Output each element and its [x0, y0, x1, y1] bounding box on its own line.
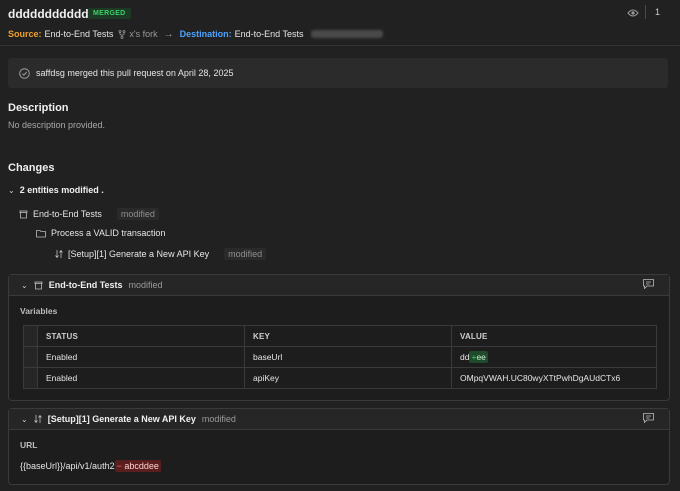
diff-added: +ee [469, 351, 488, 363]
collection-change-card: ⌄ End-to-End Tests modified Variables ST… [8, 274, 670, 401]
check-circle-icon [19, 67, 30, 79]
url-base: {{baseUrl}}/api/v1/auth2 [20, 461, 115, 471]
tree-item-label: [Setup][1] Generate a New API Key [68, 249, 210, 259]
table-header-row: STATUS KEY VALUE [23, 325, 657, 347]
variables-label: Variables [20, 306, 58, 316]
modified-tag: modified [116, 208, 159, 220]
source-collection[interactable]: End-to-End Tests [45, 29, 114, 39]
chevron-down-icon: ⌄ [8, 185, 15, 195]
tree-item-label: Process a VALID transaction [51, 228, 166, 238]
chevron-down-icon[interactable]: ⌄ [21, 415, 28, 424]
pr-title: dddddddddddd [8, 7, 96, 21]
modified-tag: modified [224, 248, 267, 260]
url-removed: abcddee [124, 461, 159, 471]
arrow-right-icon: → [163, 28, 174, 40]
cell-key: baseUrl [244, 346, 452, 368]
column-header-value: VALUE [451, 325, 657, 347]
branch-info: Source: End-to-End Tests x's fork → Dest… [8, 28, 383, 40]
card-title: End-to-End Tests [48, 280, 123, 290]
chevron-down-icon[interactable]: ⌄ [21, 281, 28, 290]
table-gutter [23, 367, 38, 389]
url-label: URL [20, 440, 38, 450]
comment-icon[interactable] [643, 279, 654, 289]
destination-collection[interactable]: End-to-End Tests [235, 29, 304, 39]
url-diff: {{baseUrl}}/api/v1/auth2− abcddee [20, 460, 161, 472]
table-row: Enabled apiKey OMpqVWAH.UC80wyXTtPwhDgAU… [23, 367, 657, 389]
table-row: Enabled baseUrl dd +ee [23, 346, 657, 368]
collection-icon [34, 281, 43, 290]
changes-summary: 2 entities modified . [19, 185, 104, 195]
request-icon [33, 414, 42, 424]
status-badge: MERGED [88, 8, 131, 19]
modified-tag: modified [201, 414, 236, 424]
tree-item-request[interactable]: [Setup][1] Generate a New API Key modifi… [55, 248, 267, 260]
table-gutter [23, 346, 38, 368]
watch-button[interactable] [627, 8, 639, 18]
cell-value: dd +ee [451, 346, 657, 368]
changes-summary-toggle[interactable]: ⌄ 2 entities modified . [8, 185, 104, 195]
cell-value: OMpqVWAH.UC80wyXTtPwhDgAUdCTx6 [451, 367, 657, 389]
card-title: [Setup][1] Generate a New API Key [47, 414, 196, 424]
tree-item-folder[interactable]: Process a VALID transaction [36, 228, 165, 238]
redacted-workspace [310, 30, 383, 38]
watchers-count: 1 [655, 7, 661, 17]
merge-banner-text: saffdsg merged this pull request on Apri… [36, 68, 234, 78]
request-icon [55, 249, 63, 259]
description-text: No description provided. [8, 120, 106, 130]
diff-removed: − abcddee [114, 460, 161, 472]
collection-icon [19, 210, 28, 219]
header-divider [645, 5, 646, 19]
fork-icon [118, 29, 126, 39]
value-added: ee [476, 352, 486, 362]
column-header-status: STATUS [37, 325, 245, 347]
table-gutter [23, 325, 38, 347]
merge-banner: saffdsg merged this pull request on Apri… [8, 58, 668, 88]
tree-item-label: End-to-End Tests [33, 209, 102, 219]
eye-icon [627, 8, 639, 18]
description-heading: Description [8, 102, 69, 114]
cell-status: Enabled [37, 346, 245, 368]
diff-minus: − [116, 461, 122, 471]
folder-icon [36, 229, 46, 238]
comment-icon[interactable] [643, 413, 654, 423]
destination-label: Destination: [179, 29, 232, 39]
tree-item-collection[interactable]: End-to-End Tests modified [19, 208, 159, 220]
header-divider-line [0, 45, 680, 46]
modified-tag: modified [128, 280, 163, 290]
fork-name[interactable]: x's fork [129, 29, 157, 39]
card-header[interactable]: ⌄ End-to-End Tests modified [9, 275, 669, 296]
cell-key: apiKey [244, 367, 452, 389]
source-label: Source: [8, 29, 42, 39]
cell-status: Enabled [37, 367, 245, 389]
column-header-key: KEY [244, 325, 452, 347]
variables-table: STATUS KEY VALUE Enabled baseUrl dd +ee E… [23, 325, 657, 389]
card-header[interactable]: ⌄ [Setup][1] Generate a New API Key modi… [9, 409, 669, 430]
request-change-card: ⌄ [Setup][1] Generate a New API Key modi… [8, 408, 670, 485]
changes-heading: Changes [8, 162, 55, 174]
